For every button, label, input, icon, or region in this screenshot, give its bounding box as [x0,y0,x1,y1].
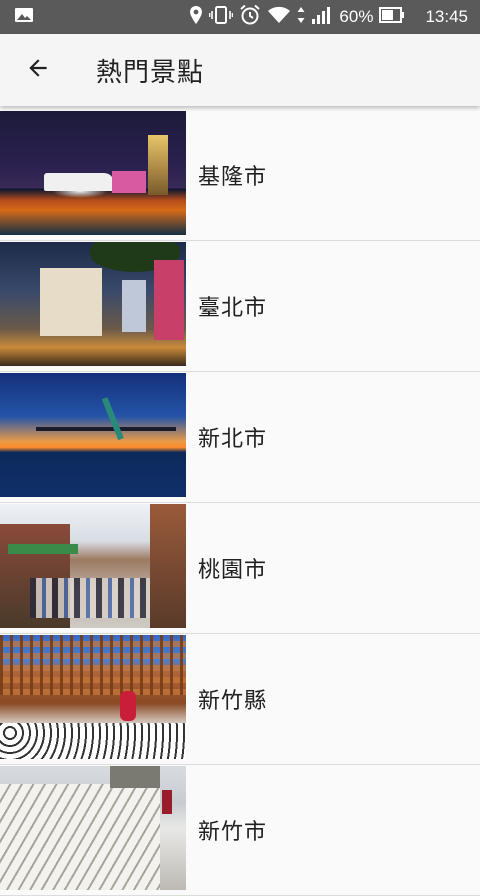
image-notification-icon [14,6,34,28]
data-arrows-icon [297,5,305,29]
clock: 13:45 [425,7,468,26]
list-item-taipei[interactable]: 臺北市 [0,241,480,372]
keelung-thumbnail [0,111,186,235]
list-item-label: 基隆市 [198,165,268,190]
wifi-icon [267,6,291,28]
list-item-label: 新北市 [198,427,268,452]
list-item-label: 新竹市 [198,820,268,845]
list-item-label: 新竹縣 [198,689,268,714]
list-item-label: 桃園市 [198,558,268,583]
taipei-thumbnail [0,242,186,366]
battery-icon [379,6,405,28]
hsinchu-city-thumbnail [0,766,186,890]
attraction-list: 基隆市 臺北市 新北市 桃園市 新竹縣 新竹市 [0,110,480,896]
app-bar: 熱門景點 [0,34,480,106]
list-item-taoyuan[interactable]: 桃園市 [0,503,480,634]
vibrate-icon [209,5,234,29]
list-item-hsinchu-city[interactable]: 新竹市 [0,765,480,896]
signal-icon [311,5,333,29]
list-item-label: 臺北市 [198,296,268,321]
taoyuan-thumbnail [0,504,186,628]
list-item-hsinchu-county[interactable]: 新竹縣 [0,634,480,765]
list-item-keelung[interactable]: 基隆市 [0,110,480,241]
hsinchu-county-thumbnail [0,635,186,759]
page-title: 熱門景點 [96,57,205,88]
location-icon [189,5,203,29]
battery-percent: 60% [339,7,374,26]
alarm-icon [239,4,261,30]
list-item-new-taipei[interactable]: 新北市 [0,372,480,503]
new-taipei-thumbnail [0,373,186,497]
status-bar: 60% 13:45 [0,0,480,34]
arrow-left-icon [25,55,51,85]
back-button[interactable] [2,34,74,106]
